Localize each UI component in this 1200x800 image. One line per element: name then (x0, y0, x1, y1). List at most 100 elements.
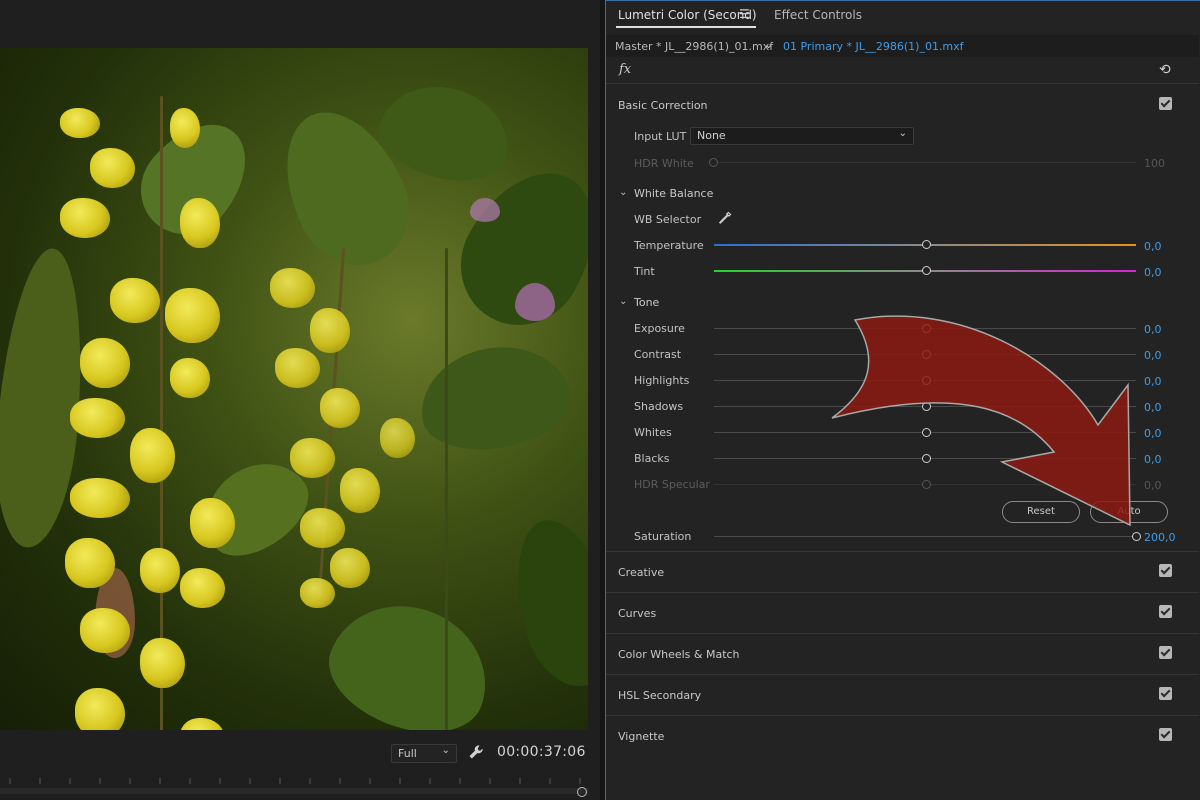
leaf (412, 335, 578, 461)
saturation-slider[interactable] (714, 536, 1136, 537)
flower (380, 418, 415, 458)
clip-selector-row: Master * JL__2986(1)_01.mxf ⌄ 01 Primary… (606, 35, 1199, 57)
highlights-knob[interactable] (922, 376, 931, 385)
hdr-specular-knob (922, 480, 931, 489)
eyedropper-icon[interactable] (718, 211, 732, 225)
contrast-value[interactable]: 0,0 (1144, 349, 1162, 362)
hdr-white-slider (714, 162, 1136, 163)
chevron-down-icon[interactable]: ⌄ (619, 187, 627, 198)
lumetri-color-panel: Lumetri Color (Second) ☰ Effect Controls… (605, 0, 1200, 800)
divider (606, 83, 1199, 84)
flower (180, 198, 220, 248)
tint-knob[interactable] (922, 266, 931, 275)
highlights-value[interactable]: 0,0 (1144, 375, 1162, 388)
shadows-value[interactable]: 0,0 (1144, 401, 1162, 414)
flower (140, 548, 180, 593)
shadows-label: Shadows (634, 400, 684, 413)
exposure-knob[interactable] (922, 324, 931, 333)
temperature-knob[interactable] (922, 240, 931, 249)
leaf (499, 509, 588, 697)
vignette-checkbox[interactable] (1159, 728, 1172, 741)
tint-value[interactable]: 0,0 (1144, 266, 1162, 279)
wb-selector-label: WB Selector (634, 213, 702, 226)
flower (170, 358, 210, 398)
auto-button[interactable]: Auto (1090, 501, 1168, 523)
flower (330, 548, 370, 588)
flower (130, 428, 175, 483)
whites-value[interactable]: 0,0 (1144, 427, 1162, 440)
flower (140, 638, 185, 688)
flower (60, 108, 100, 138)
flower (310, 308, 350, 353)
hsl-secondary-checkbox[interactable] (1159, 687, 1172, 700)
exposure-value[interactable]: 0,0 (1144, 323, 1162, 336)
flower (290, 438, 335, 478)
zoom-value: Full (398, 747, 417, 760)
panel-menu-icon[interactable]: ☰ (739, 7, 750, 21)
temperature-label: Temperature (634, 239, 704, 252)
fx-row: fx ⟲ (606, 59, 1199, 83)
divider (606, 633, 1199, 634)
flower (340, 468, 380, 513)
chevron-down-icon[interactable]: ⌄ (619, 296, 627, 307)
tone-heading[interactable]: Tone (634, 296, 659, 309)
saturation-label: Saturation (634, 530, 692, 543)
section-curves[interactable]: Curves (618, 607, 656, 620)
input-lut-value: None (697, 129, 726, 142)
divider (606, 592, 1199, 593)
tab-effect-controls[interactable]: Effect Controls (774, 8, 862, 22)
flower (75, 688, 125, 730)
master-clip-label[interactable]: Master * JL__2986(1)_01.mxf (615, 40, 773, 53)
reset-effect-icon[interactable]: ⟲ (1159, 62, 1171, 78)
basic-correction-checkbox[interactable] (1159, 97, 1172, 110)
flower (110, 278, 160, 323)
timecode[interactable]: 00:00:37:06 (497, 744, 586, 760)
color-wheels-checkbox[interactable] (1159, 646, 1172, 659)
wrench-icon[interactable] (467, 743, 485, 761)
section-color-wheels-match[interactable]: Color Wheels & Match (618, 648, 740, 661)
whites-knob[interactable] (922, 428, 931, 437)
blacks-value[interactable]: 0,0 (1144, 453, 1162, 466)
saturation-value[interactable]: 200,0 (1144, 531, 1176, 544)
exposure-label: Exposure (634, 322, 685, 335)
saturation-knob[interactable] (1132, 532, 1141, 541)
flower (275, 348, 320, 388)
video-frame[interactable] (0, 48, 588, 730)
flower (80, 338, 130, 388)
blacks-knob[interactable] (922, 454, 931, 463)
white-balance-heading[interactable]: White Balance (634, 187, 713, 200)
tint-label: Tint (634, 265, 655, 278)
chevron-down-icon[interactable]: ⌄ (764, 38, 773, 51)
fx-icon[interactable]: fx (619, 62, 631, 77)
flower (320, 388, 360, 428)
section-vignette[interactable]: Vignette (618, 730, 664, 743)
flower (180, 718, 225, 730)
temperature-value[interactable]: 0,0 (1144, 240, 1162, 253)
creative-checkbox[interactable] (1159, 564, 1172, 577)
contrast-knob[interactable] (922, 350, 931, 359)
input-lut-label: Input LUT (634, 130, 687, 143)
divider (606, 674, 1199, 675)
flower (270, 268, 315, 308)
hdr-specular-value: 0,0 (1144, 479, 1162, 492)
section-basic-correction[interactable]: Basic Correction (618, 99, 708, 112)
input-lut-dropdown[interactable]: None ⌄ (690, 127, 914, 145)
reset-button[interactable]: Reset (1002, 501, 1080, 523)
scrub-bar[interactable] (0, 788, 588, 794)
curves-checkbox[interactable] (1159, 605, 1172, 618)
divider (606, 551, 1199, 552)
section-hsl-secondary[interactable]: HSL Secondary (618, 689, 701, 702)
shadows-knob[interactable] (922, 402, 931, 411)
blossom (470, 198, 500, 222)
tab-lumetri-color[interactable]: Lumetri Color (Second) (618, 8, 757, 22)
flower (300, 578, 335, 608)
contrast-label: Contrast (634, 348, 682, 361)
section-creative[interactable]: Creative (618, 566, 664, 579)
flower (65, 538, 115, 588)
sequence-clip-label[interactable]: 01 Primary * JL__2986(1)_01.mxf (783, 40, 964, 53)
zoom-dropdown[interactable]: Full ⌄ (391, 744, 457, 763)
hdr-white-knob (709, 158, 718, 167)
time-ruler[interactable] (0, 772, 590, 786)
playhead[interactable] (577, 787, 587, 797)
flower (80, 608, 130, 653)
